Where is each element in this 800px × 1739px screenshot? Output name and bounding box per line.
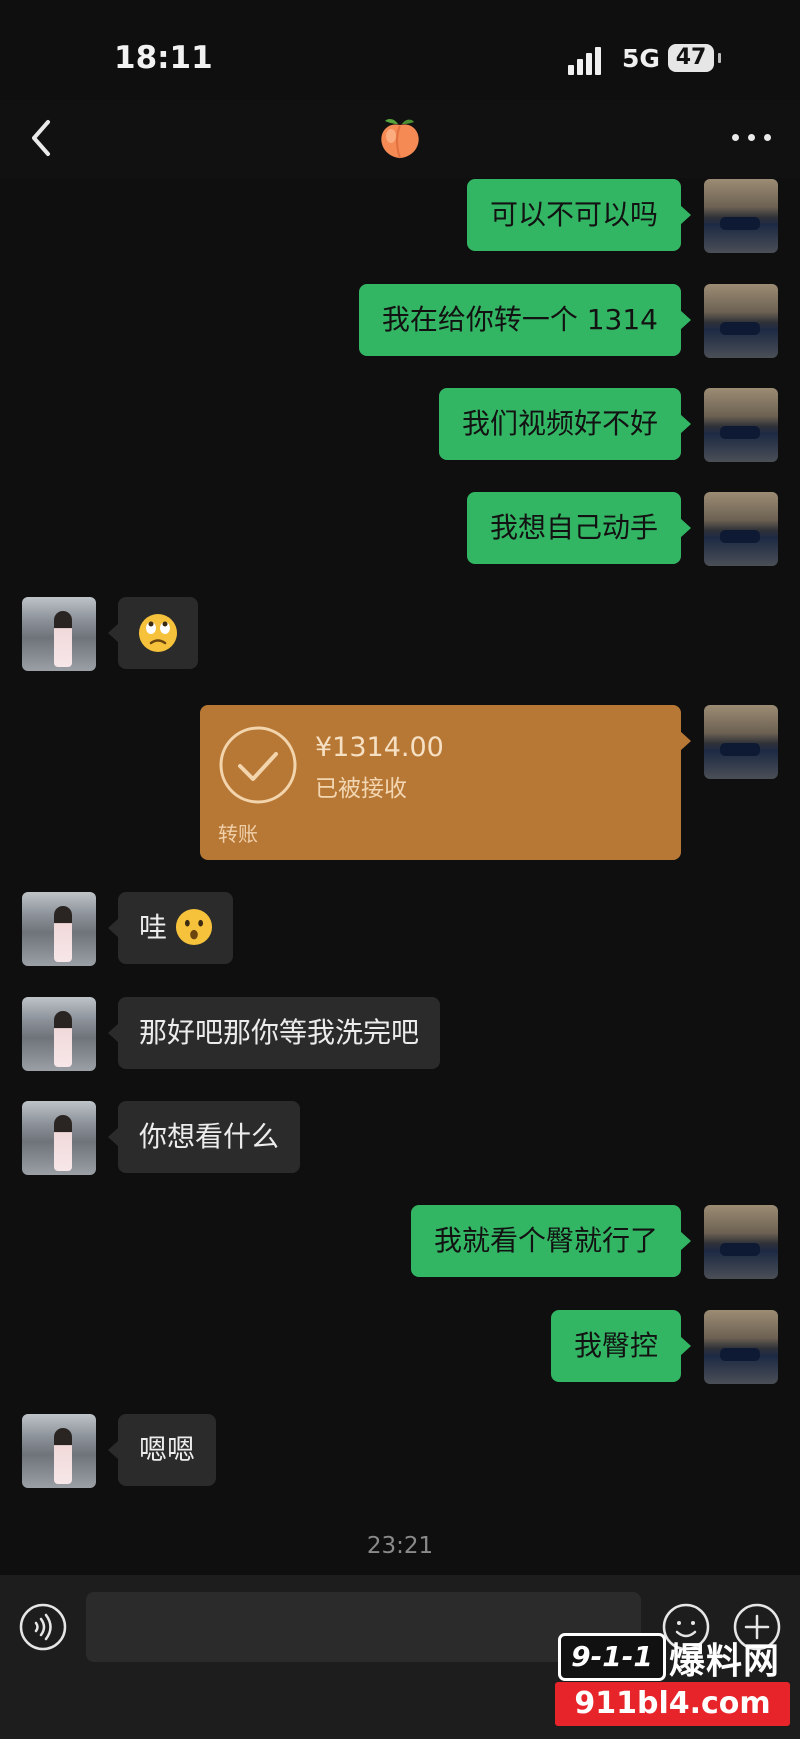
transfer-label: 转账 [218, 822, 258, 846]
my-message-bubble[interactable]: 我们视频好不好 [438, 388, 692, 460]
network-type: 5G [622, 44, 660, 73]
money-transfer-card[interactable]: ¥1314.00 已被接收 转账 [200, 705, 691, 860]
watermark-badge: 9-1-1 [558, 1633, 666, 1681]
contact-message-bubble[interactable]: 那好吧那你等我洗完吧 [107, 997, 441, 1069]
contact-message-bubble[interactable]: 你想看什么 [107, 1101, 301, 1173]
contact-avatar[interactable] [22, 892, 96, 966]
battery-icon: 47 [668, 44, 714, 72]
status-time: 18:11 [114, 40, 213, 76]
voice-input-icon[interactable] [19, 1603, 67, 1651]
rolling-eyes-emoji-icon [139, 614, 177, 652]
contact-avatar[interactable] [22, 1414, 96, 1488]
more-options-button[interactable] [728, 126, 778, 150]
my-message-bubble[interactable]: 我就看个臀就行了 [410, 1205, 692, 1277]
my-avatar[interactable] [704, 179, 778, 253]
contact-message-bubble[interactable] [108, 597, 198, 669]
my-message-bubble[interactable]: 我想自己动手 [466, 492, 692, 564]
watermark-url: 911bl4.com [555, 1682, 790, 1726]
my-message-bubble[interactable]: 可以不可以吗 [466, 179, 692, 251]
contact-avatar[interactable] [22, 597, 96, 671]
my-avatar[interactable] [704, 1310, 778, 1384]
hushed-face-emoji-icon [175, 908, 213, 946]
my-message-bubble[interactable]: 我臀控 [550, 1310, 692, 1382]
my-avatar[interactable] [704, 492, 778, 566]
contact-message-bubble[interactable]: 哇 [107, 892, 234, 964]
status-bar: 18:11 5G 47 [0, 0, 800, 100]
my-avatar[interactable] [704, 1205, 778, 1279]
watermark-name: 爆料网 [669, 1641, 781, 1682]
message-timestamp: 23:21 [366, 1533, 434, 1559]
back-chevron-icon[interactable] [22, 114, 62, 162]
site-watermark: 9-1-1 爆料网 911bl4.com [555, 1630, 790, 1730]
battery-tip [718, 53, 721, 63]
my-avatar[interactable] [704, 388, 778, 462]
peach-emoji-icon [381, 119, 419, 159]
contact-message-bubble[interactable]: 嗯嗯 [107, 1414, 217, 1486]
my-avatar[interactable] [704, 284, 778, 358]
my-message-bubble[interactable]: 我在给你转一个 1314 [358, 284, 692, 356]
message-text: 哇 [139, 911, 168, 944]
transfer-amount: ¥1314.00 [315, 732, 444, 763]
contact-avatar[interactable] [22, 997, 96, 1071]
watermark-logo-row: 9-1-1 爆料网 [555, 1630, 790, 1682]
signal-strength-icon [568, 45, 608, 75]
transfer-status: 已被接收 [315, 776, 407, 802]
my-avatar[interactable] [704, 705, 778, 779]
contact-avatar[interactable] [22, 1101, 96, 1175]
check-circle-icon [219, 726, 297, 804]
